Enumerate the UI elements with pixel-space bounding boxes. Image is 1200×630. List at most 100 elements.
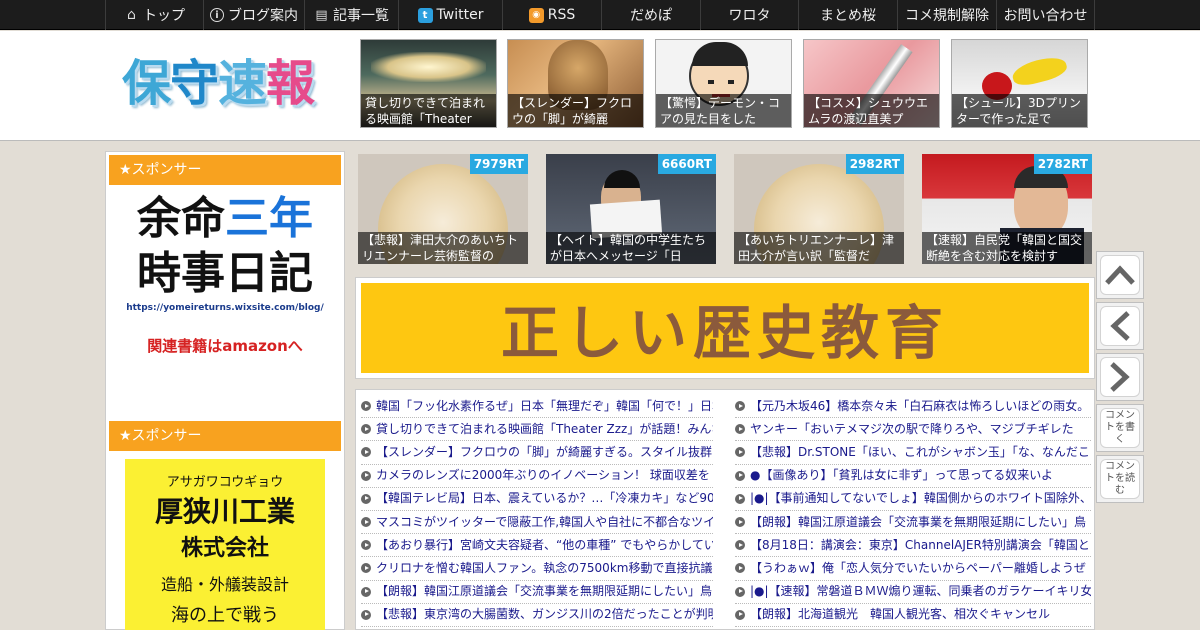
- featured-article[interactable]: 6660RT 【ヘイト】韓国の中学生たちが日本へメッセージ「日: [546, 154, 716, 264]
- article-link-title: 【朗報】韓国江原道議会「交流事業を無期限延期にしたい」鳥: [750, 514, 1087, 529]
- play-bullet-icon: [361, 517, 371, 528]
- nav-item-9[interactable]: お問い合わせ: [996, 0, 1095, 30]
- sponsor-ad-asagawa[interactable]: アサガワコウギョウ 厚狭川工業 株式会社 造船・外艤装設計 海の上で戦う: [125, 459, 325, 630]
- sponsor-ad-yomei[interactable]: 余命三年 時事日記 https://yomeireturns.wixsite.c…: [109, 191, 341, 401]
- ad-title-part: 余命: [137, 193, 225, 244]
- nav-item-label: ワロタ: [728, 8, 771, 24]
- play-bullet-icon: [361, 470, 371, 481]
- article-link[interactable]: 【朗報】北海道観光 韓国人観光客、相次ぐキャンセル: [735, 604, 1091, 627]
- logo-char: 報: [266, 55, 315, 112]
- chevron-right-icon: [1110, 362, 1130, 392]
- article-link[interactable]: マスコミがツイッターで隠蔽工作,韓国人や自社に不都合なツイー: [361, 511, 713, 535]
- site-logo[interactable]: 保守速報: [122, 55, 315, 113]
- sidebar: ★スポンサー 余命三年 時事日記 https://yomeireturns.wi…: [105, 151, 345, 630]
- featured-caption: 【あいちトリエンナーレ】津田大介が言い訳「監督だ: [734, 232, 904, 264]
- article-link[interactable]: カメラのレンズに2000年ぶりのイノベーション！ 球面収差を: [361, 465, 713, 488]
- next-article-button[interactable]: [1096, 353, 1144, 401]
- article-link[interactable]: 貸し切りできて泊まれる映画館「Theater Zzz」が話題！みんな: [361, 418, 713, 442]
- article-link[interactable]: 【うわぁｗ】俺「恋人気分でいたいからペーパー離婚しようぜ: [735, 557, 1091, 581]
- article-link-title: |●|【事前通知してないでしょ】韓国側からのホワイト国除外、: [750, 491, 1091, 506]
- ad2-kana: アサガワコウギョウ: [166, 475, 284, 490]
- article-link-title: ●【画像あり】「貧乳は女に非ず」って思ってる奴来いよ: [750, 468, 1054, 483]
- play-bullet-icon: [361, 609, 371, 620]
- play-bullet-icon: [735, 424, 745, 435]
- nav-item-8[interactable]: コメ規制解除: [897, 0, 996, 30]
- nav-item-3[interactable]: t Twitter: [398, 0, 502, 30]
- home-icon: ⌂: [127, 7, 136, 23]
- ad-title-line1: 余命三年: [109, 191, 341, 247]
- article-link-title: カメラのレンズに2000年ぶりのイノベーション！ 球面収差を: [376, 468, 710, 483]
- scroll-top-button[interactable]: [1096, 251, 1144, 299]
- retweet-count: 7979RT: [469, 154, 528, 174]
- header-thumb-caption: 貸し切りできて泊まれる映画館「Theater Zzz」: [361, 94, 496, 127]
- nav-item-label: お問い合わせ: [1003, 8, 1088, 24]
- play-bullet-icon: [735, 401, 745, 412]
- play-bullet-icon: [361, 447, 371, 458]
- header-thumb-cosme[interactable]: 【コスメ】シュウウエムラの渡辺直美プ: [803, 39, 940, 128]
- header-thumb-demon-core[interactable]: 【驚愕】デーモン・コアの見た目をした: [655, 39, 792, 128]
- article-link[interactable]: |●|【速報】常磐道ＢＭＷ煽り運転、同乗者のガラケーイキリ女: [735, 581, 1091, 604]
- play-bullet-icon: [361, 424, 371, 435]
- play-bullet-icon: [735, 517, 745, 528]
- site-header: 保守速報 貸し切りできて泊まれる映画館「Theater Zzz」 【スレンダー】…: [0, 31, 1200, 141]
- amazon-link[interactable]: 関連書籍はamazonへ: [109, 335, 341, 356]
- article-link[interactable]: ヤンキー「おいテメマジ次の駅で降りろや、マジブチギレた: [735, 418, 1091, 442]
- article-link[interactable]: クリロナを憎む韓国人ファン。執念の7500km移動で直接抗議に: [361, 557, 713, 581]
- read-comments-button[interactable]: コメントを読む: [1096, 455, 1144, 503]
- article-link[interactable]: 【あおり暴行】宮崎文夫容疑者、“他の車種” でもやらかしてい: [361, 534, 713, 558]
- ad-url: https://yomeireturns.wixsite.com/blog/: [126, 303, 324, 313]
- article-link[interactable]: 【韓国テレビ局】日本、震えているか？…「冷凍カキ」など90: [361, 488, 713, 511]
- sponsor-heading: ★スポンサー: [109, 155, 341, 185]
- article-link[interactable]: 韓国「フッ化水素作るぜ」日本「無理だぞ」韓国「何で！」日本: [361, 395, 713, 419]
- history-education-banner[interactable]: 正しい歴史教育: [355, 277, 1095, 379]
- header-thumb-3d-print[interactable]: 【シュール】3Dプリンターで作った足で: [951, 39, 1088, 128]
- nav-item-label: トップ: [143, 8, 185, 24]
- featured-article[interactable]: 7979RT 【悲報】津田大介のあいちトリエンナーレ芸術監督の: [358, 154, 528, 264]
- twitter-icon: t: [417, 7, 433, 23]
- retweet-count: 2982RT: [845, 154, 904, 174]
- article-link[interactable]: 【元乃木坂46】橋本奈々未「白石麻衣は怖ろしいほどの雨女。: [735, 395, 1091, 419]
- play-bullet-icon: [735, 447, 745, 458]
- nav-item-0[interactable]: ⌂ トップ: [105, 0, 203, 30]
- article-link[interactable]: 【スレンダー】フクロウの「脚」が綺麗すぎる。スタイル抜群: [361, 441, 713, 465]
- chevron-up-icon: [1105, 265, 1135, 285]
- article-link[interactable]: 【朗報】韓国江原道議会「交流事業を無期限延期にしたい」鳥: [361, 581, 713, 604]
- article-link[interactable]: 【8月18日：講演会：東京】ChannelAJER特別講演会「韓国と日: [735, 534, 1091, 558]
- ad-title-line2: 時事日記: [137, 248, 313, 299]
- nav-item-label: コメ規制解除: [905, 8, 989, 24]
- nav-item-label: 記事一覧: [333, 8, 389, 24]
- play-bullet-icon: [361, 493, 371, 504]
- article-link[interactable]: 【悲報】東京湾の大腸菌数、ガンジス川の2倍だったことが判明: [361, 604, 713, 627]
- nav-item-6[interactable]: ワロタ: [700, 0, 798, 30]
- article-link-title: 【元乃木坂46】橋本奈々未「白石麻衣は怖ろしいほどの雨女。: [750, 398, 1090, 413]
- featured-article[interactable]: 2782RT 【速報】自民党「韓国と国交断絶を含む対応を検討す: [922, 154, 1092, 264]
- featured-article[interactable]: 2982RT 【あいちトリエンナーレ】津田大介が言い訳「監督だ: [734, 154, 904, 264]
- article-link[interactable]: 【朗報】韓国江原道議会「交流事業を無期限延期にしたい」鳥: [735, 511, 1091, 535]
- article-list-left: 韓国「フッ化水素作るぜ」日本「無理だぞ」韓国「何で！」日本貸し切りできて泊まれる…: [361, 395, 713, 627]
- prev-article-button[interactable]: [1096, 302, 1144, 350]
- nav-item-5[interactable]: だめぽ: [601, 0, 700, 30]
- ad2-company-name: 厚狭川工業: [154, 495, 295, 528]
- article-link[interactable]: |●|【事前通知してないでしょ】韓国側からのホワイト国除外、: [735, 488, 1091, 511]
- info-icon: i: [210, 8, 224, 22]
- nav-item-4[interactable]: ◉ RSS: [502, 0, 601, 30]
- article-link[interactable]: 【悲報】Dr.STONE「ほい、これがシャボン玉」「な、なんだこ: [735, 441, 1091, 465]
- header-thumb-owl[interactable]: 【スレンダー】フクロウの「脚」が綺麗: [507, 39, 644, 128]
- ad2-tagline: 海の上で戦う: [171, 605, 279, 626]
- nav-item-label: RSS: [547, 7, 576, 23]
- article-link-title: クリロナを憎む韓国人ファン。執念の7500km移動で直接抗議に: [376, 560, 713, 575]
- article-link-title: 貸し切りできて泊まれる映画館「Theater Zzz」が話題！みんな: [376, 421, 713, 436]
- nav-item-2[interactable]: ▤ 記事一覧: [304, 0, 398, 30]
- article-link[interactable]: ●【画像あり】「貧乳は女に非ず」って思ってる奴来いよ: [735, 465, 1091, 488]
- nav-item-label: まとめ桜: [820, 8, 876, 24]
- write-comment-button[interactable]: コメントを書く: [1096, 404, 1144, 452]
- header-thumb-caption: 【コスメ】シュウウエムラの渡辺直美プ: [804, 94, 939, 127]
- nav-item-1[interactable]: i ブログ案内: [203, 0, 304, 30]
- read-comments-label: コメントを読む: [1100, 459, 1140, 499]
- banner-text: 正しい歴史教育: [500, 299, 949, 367]
- article-link-title: 【悲報】東京湾の大腸菌数、ガンジス川の2倍だったことが判明: [376, 607, 713, 622]
- header-thumb-theater[interactable]: 貸し切りできて泊まれる映画館「Theater Zzz」: [360, 39, 497, 128]
- article-link-title: 【8月18日：講演会：東京】ChannelAJER特別講演会「韓国と日: [750, 537, 1091, 552]
- logo-char: 保: [122, 55, 171, 112]
- nav-item-7[interactable]: まとめ桜: [798, 0, 897, 30]
